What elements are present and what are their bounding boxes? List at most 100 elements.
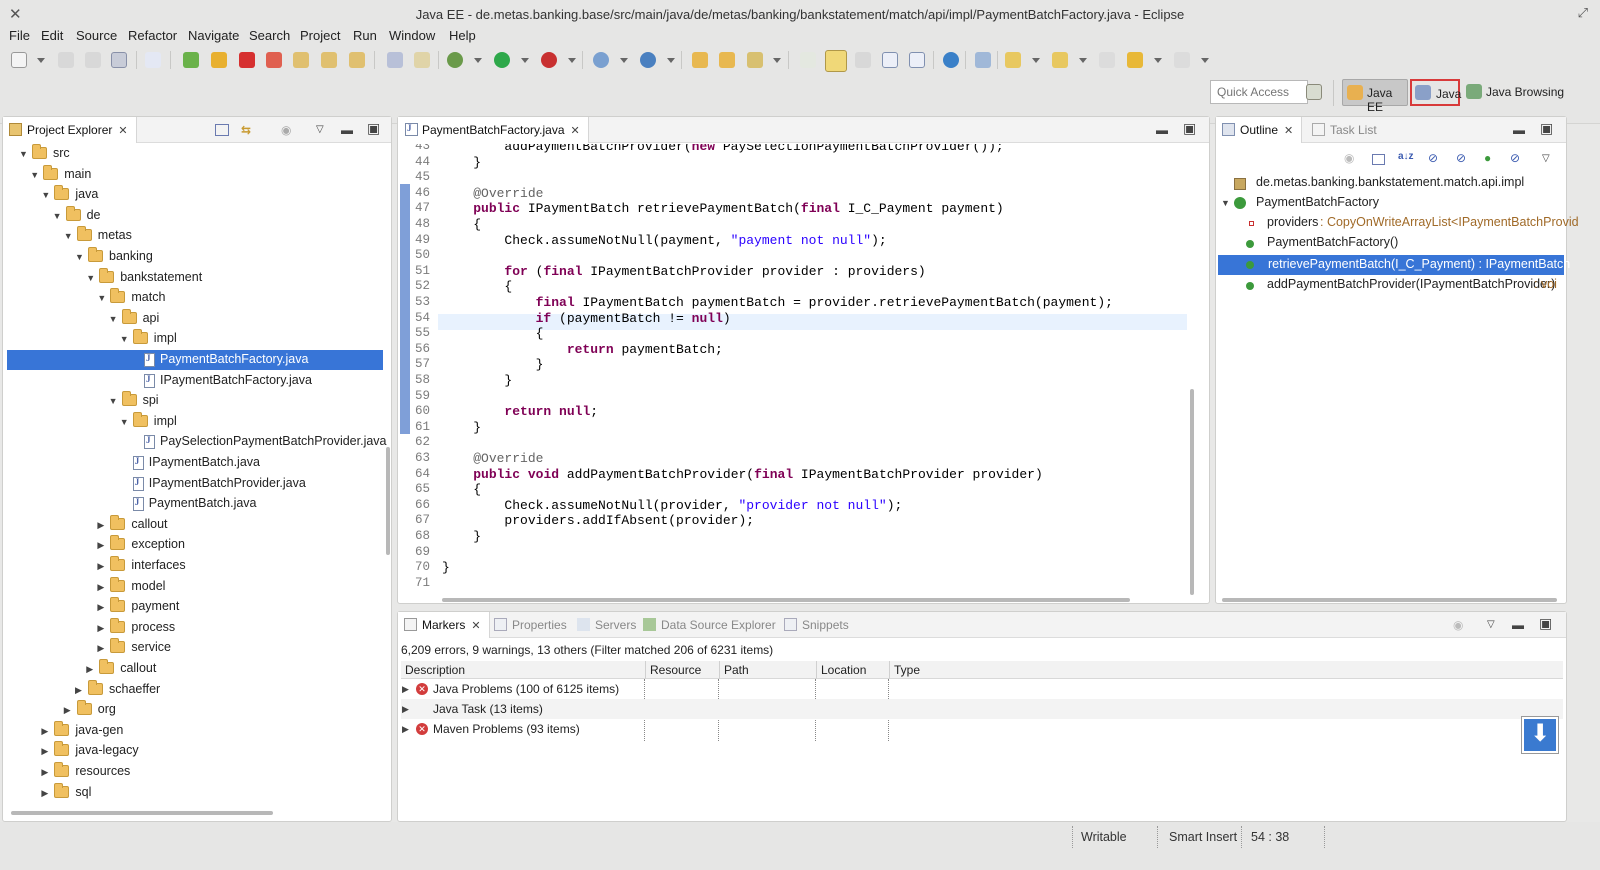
resume-icon[interactable]	[183, 52, 199, 68]
tree-file[interactable]: PaySelectionPaymentBatchProvider.java	[3, 432, 387, 452]
last-edit-location-icon[interactable]	[1099, 52, 1115, 68]
column-path[interactable]: Path	[719, 661, 753, 679]
maximize-view-icon[interactable]: ▣	[1539, 615, 1552, 632]
expand-arrow-icon[interactable]: ▶	[97, 561, 104, 572]
tree-folder[interactable]: ▼ de	[3, 205, 383, 226]
menu-help[interactable]: Help	[449, 28, 476, 43]
print-icon[interactable]	[111, 52, 127, 68]
close-tab-icon[interactable]: ✕	[571, 125, 580, 137]
outline-member[interactable]: providers : CopyOnWriteArrayList<IPaymen…	[1216, 213, 1579, 233]
expand-arrow-icon[interactable]: ▶	[41, 746, 48, 757]
outline-member[interactable]: addPaymentBatchProvider(IPaymentBatchPro…	[1216, 275, 1566, 295]
tree-folder[interactable]: ▼ banking	[3, 247, 383, 267]
collapse-arrow-icon[interactable]: ▼	[109, 314, 118, 324]
code-line[interactable]: }	[442, 420, 481, 435]
tab-markers[interactable]: Markers ✕	[398, 612, 490, 638]
tree-folder[interactable]: ▼ main	[3, 164, 383, 185]
tree-folder[interactable]: ▼ metas	[3, 226, 383, 246]
new-java-class-dropdown-icon[interactable]	[667, 58, 675, 63]
expand-arrow-icon[interactable]: ▶	[402, 724, 409, 735]
link-with-editor-icon[interactable]: ⇆	[241, 123, 251, 137]
use-step-filters-icon[interactable]	[414, 52, 430, 68]
tree-folder[interactable]: ▶ resources	[3, 762, 383, 782]
code-line[interactable]: providers.addIfAbsent(provider);	[442, 513, 754, 528]
view-menu-icon[interactable]: ▽	[316, 124, 324, 135]
menu-edit[interactable]: Edit	[41, 28, 63, 43]
quick-access-input[interactable]	[1210, 80, 1308, 104]
expand-arrow-icon[interactable]: ▶	[97, 582, 104, 593]
column-location[interactable]: Location	[816, 661, 870, 679]
menu-navigate[interactable]: Navigate	[188, 28, 239, 43]
code-line[interactable]: {	[442, 279, 512, 294]
tree-folder[interactable]: ▼ impl	[3, 329, 383, 349]
tab-outline[interactable]: Outline ✕	[1216, 117, 1303, 143]
tree-folder[interactable]: ▶ sql	[3, 782, 383, 803]
marker-group-row[interactable]: ▶ ✕ Java Problems (100 of 6125 items)	[401, 679, 1563, 699]
minimize-view-icon[interactable]: ▬	[1512, 618, 1524, 632]
perspective-java-ee[interactable]: Java EE	[1342, 79, 1408, 114]
maximize-editor-icon[interactable]: ▣	[1183, 120, 1196, 137]
code-line[interactable]: }	[442, 357, 544, 372]
toggle-ant-editor-icon[interactable]	[800, 52, 816, 68]
step-return-icon[interactable]	[349, 52, 365, 68]
tree-folder[interactable]: ▶ exception	[3, 535, 383, 555]
expand-arrow-icon[interactable]: ▼	[1221, 198, 1230, 208]
code-line[interactable]: final IPaymentBatch paymentBatch = provi…	[442, 295, 1113, 310]
search-references-icon[interactable]	[975, 52, 991, 68]
show-paragraph-icon[interactable]	[909, 52, 925, 68]
forward-dropdown-icon[interactable]	[1201, 58, 1209, 63]
menu-source[interactable]: Source	[76, 28, 117, 43]
external-tools-dropdown-icon[interactable]	[568, 58, 576, 63]
marker-group-row[interactable]: ▶ ✕ Maven Problems (93 items)	[401, 719, 1563, 739]
collapse-arrow-icon[interactable]: ▼	[64, 231, 73, 241]
code-line[interactable]: public IPaymentBatch retrievePaymentBatc…	[442, 201, 1004, 216]
open-task-icon[interactable]	[719, 52, 735, 68]
code-line[interactable]: @Override	[442, 451, 543, 466]
code-line[interactable]: @Override	[442, 186, 543, 201]
expand-arrow-icon[interactable]: ▶	[97, 623, 104, 634]
collapse-arrow-icon[interactable]: ▼	[97, 293, 106, 303]
drop-to-frame-icon[interactable]	[387, 52, 403, 68]
save-icon[interactable]	[58, 52, 74, 68]
outline-member[interactable]: retrievePaymentBatch(I_C_Payment) : IPay…	[1218, 255, 1570, 275]
new-server-icon[interactable]	[593, 52, 609, 68]
external-tools-icon[interactable]	[541, 52, 557, 68]
perspective-java-browsing[interactable]: Java Browsing	[1462, 79, 1572, 106]
view-menu-icon[interactable]: ▽	[1487, 619, 1495, 630]
code-line[interactable]: addPaymentBatchProvider(new PaySelection…	[442, 144, 1003, 154]
hide-fields-icon[interactable]: ⊘	[1428, 151, 1438, 165]
maximize-window-icon[interactable]: ⤢	[1578, 5, 1588, 21]
menu-refactor[interactable]: Refactor	[128, 28, 177, 43]
step-over-icon[interactable]	[321, 52, 337, 68]
tree-folder[interactable]: ▼ src	[3, 144, 383, 164]
expand-arrow-icon[interactable]: ▶	[41, 788, 48, 799]
collapse-all-icon[interactable]	[1372, 154, 1385, 165]
expand-arrow-icon[interactable]: ▶	[41, 726, 48, 737]
tree-folder[interactable]: ▶ org	[3, 700, 383, 720]
next-annotation-icon[interactable]	[1005, 52, 1021, 68]
open-perspective-icon[interactable]	[1306, 84, 1322, 100]
tree-file[interactable]: PaymentBatchFactory.java	[7, 350, 383, 370]
tab-paymentbatchfactory-java[interactable]: PaymentBatchFactory.java ✕	[398, 117, 589, 143]
expand-arrow-icon[interactable]: ▶	[64, 705, 71, 716]
code-line[interactable]: }	[442, 373, 512, 388]
collapse-arrow-icon[interactable]: ▼	[75, 252, 84, 262]
expand-arrow-icon[interactable]: ▶	[402, 704, 409, 715]
code-line[interactable]: Check.assumeNotNull(payment, "payment no…	[442, 233, 886, 248]
focus-icon[interactable]: ◉	[1344, 151, 1354, 165]
debug-dropdown-icon[interactable]	[474, 58, 482, 63]
sort-icon[interactable]: a↓z	[1398, 151, 1414, 162]
menu-search[interactable]: Search	[249, 28, 290, 43]
search-icon[interactable]	[747, 52, 763, 68]
collapse-arrow-icon[interactable]: ▼	[86, 273, 95, 283]
tree-folder[interactable]: ▶ java-gen	[3, 720, 383, 741]
tab-task-list[interactable]: Task List	[1306, 117, 1385, 143]
editor-vertical-scrollbar[interactable]	[1190, 389, 1194, 595]
hide-nonpublic-icon[interactable]: ●	[1484, 151, 1491, 165]
focus-icon[interactable]: ◉	[281, 123, 291, 137]
back-dropdown-icon[interactable]	[1154, 58, 1162, 63]
collapse-arrow-icon[interactable]: ▼	[30, 170, 39, 180]
disconnect-icon[interactable]	[266, 52, 282, 68]
close-tab-icon[interactable]: ✕	[471, 620, 480, 632]
collapse-arrow-icon[interactable]: ▼	[53, 211, 62, 221]
